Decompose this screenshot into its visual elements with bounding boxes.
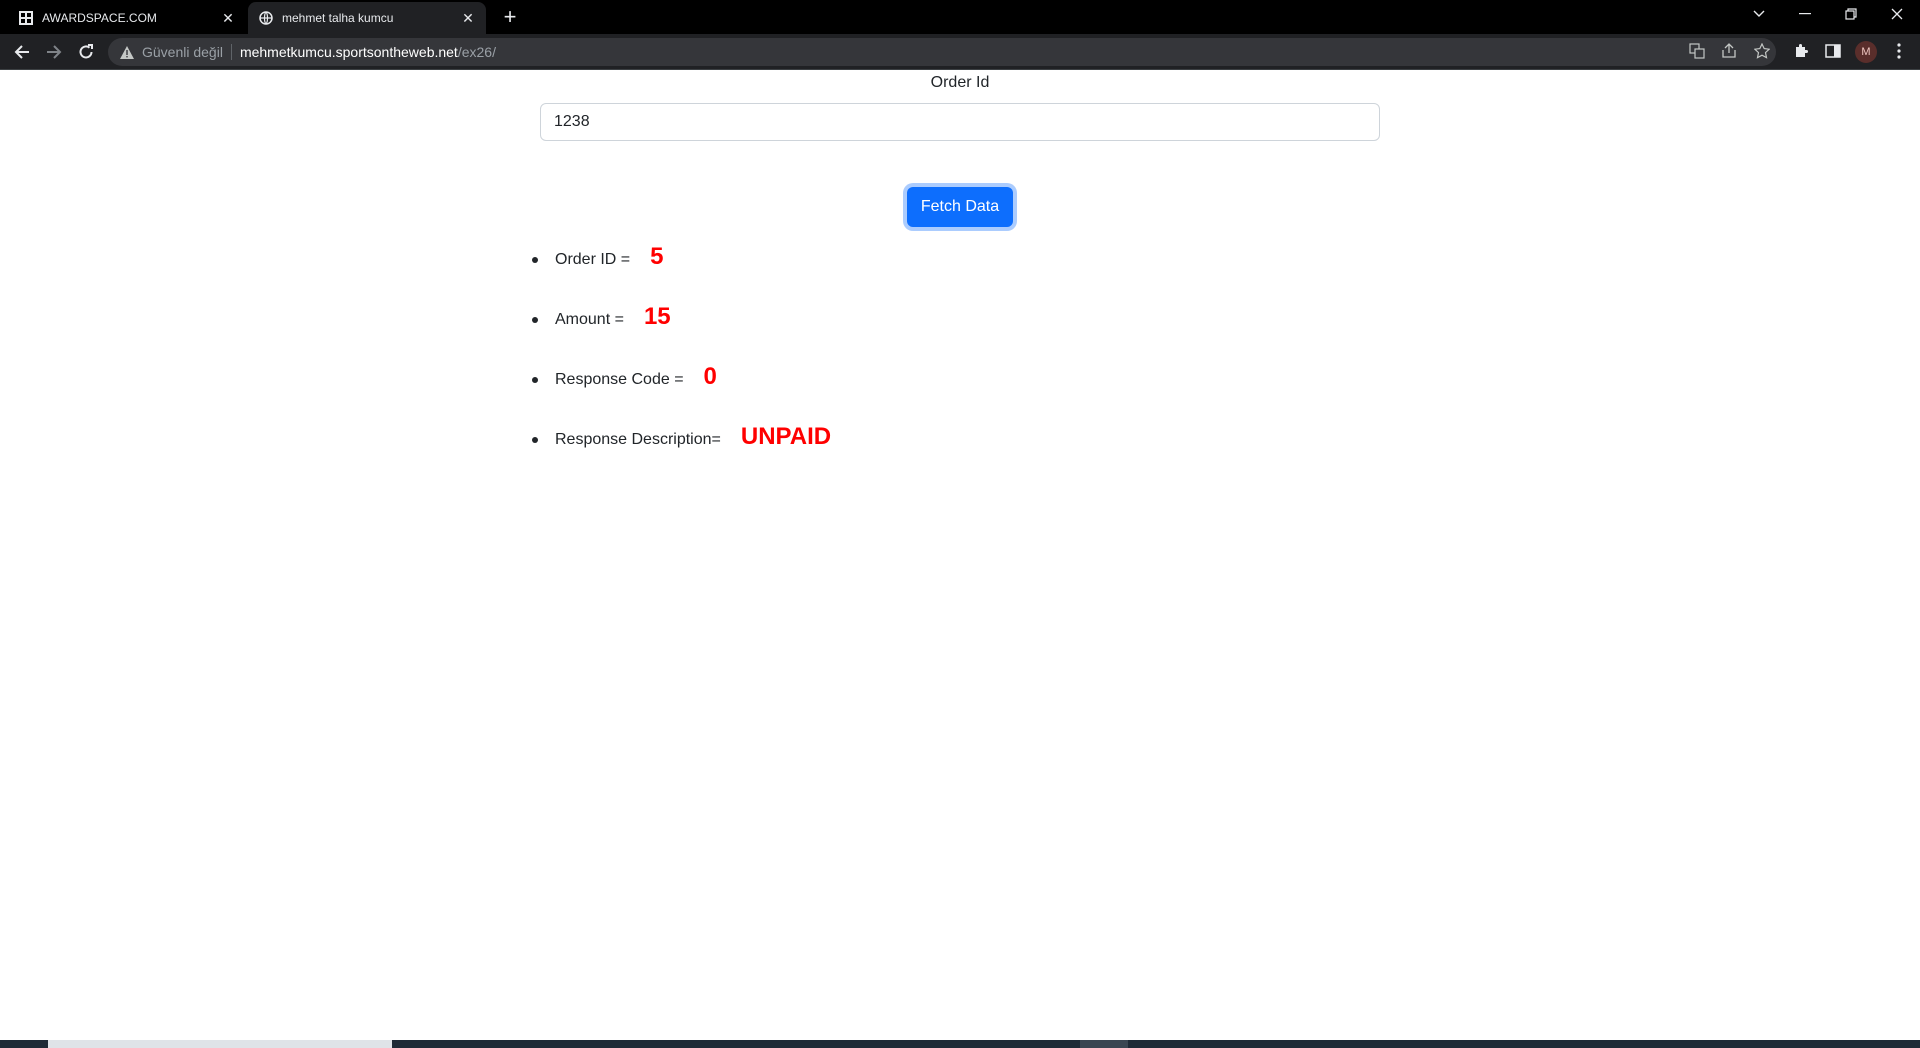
result-value: UNPAID	[740, 423, 832, 450]
side-panel-icon[interactable]	[1822, 40, 1844, 62]
site-grid-icon	[18, 10, 34, 26]
restore-button[interactable]	[1828, 0, 1874, 28]
url-path: /ex26/	[457, 44, 496, 60]
bookmark-star-icon[interactable]	[1751, 40, 1773, 62]
order-id-input[interactable]	[540, 103, 1380, 141]
more-menu-icon[interactable]	[1888, 40, 1910, 62]
order-id-label: Order Id	[930, 74, 990, 91]
close-window-button[interactable]	[1874, 0, 1920, 28]
minimize-button[interactable]	[1782, 0, 1828, 28]
globe-icon	[258, 10, 274, 26]
results-list: Order ID = 5 Amount = 15 Response Code =…	[530, 230, 831, 470]
reload-button[interactable]	[74, 40, 98, 64]
tab-title: AWARDSPACE.COM	[42, 11, 157, 25]
tab-title: mehmet talha kumcu	[282, 11, 394, 25]
browser-toolbar: Güvenli değil mehmetkumcu.sportsontheweb…	[0, 34, 1920, 70]
tab-strip: AWARDSPACE.COM ✕ mehmet talha kumcu ✕ +	[0, 0, 1920, 34]
bullet	[532, 317, 538, 323]
security-status: Güvenli değil	[142, 44, 223, 60]
new-tab-button[interactable]: +	[498, 6, 522, 30]
close-icon[interactable]: ✕	[220, 10, 236, 26]
bullet	[532, 257, 538, 263]
bullet	[532, 377, 538, 383]
forward-button[interactable]	[42, 40, 66, 64]
share-icon[interactable]	[1718, 40, 1740, 62]
taskbar-search-box[interactable]	[48, 1040, 392, 1048]
result-label: Order ID =	[555, 251, 631, 268]
bullet	[532, 437, 538, 443]
chevron-down-icon[interactable]	[1736, 0, 1782, 28]
tab-mehmet[interactable]: mehmet talha kumcu ✕	[248, 2, 486, 34]
warning-icon[interactable]	[118, 43, 136, 61]
divider	[230, 44, 232, 60]
close-icon[interactable]: ✕	[460, 10, 476, 26]
result-response-description: Response Description= UNPAID	[530, 410, 831, 470]
back-button[interactable]	[10, 40, 34, 64]
tab-awardspace[interactable]: AWARDSPACE.COM ✕	[8, 2, 246, 34]
result-label: Response Description=	[555, 431, 721, 448]
taskbar-app[interactable]	[1080, 1040, 1128, 1048]
result-value: 5	[650, 243, 664, 270]
translate-icon[interactable]	[1686, 40, 1708, 62]
result-amount: Amount = 15	[530, 290, 831, 350]
fetch-data-button[interactable]: Fetch Data	[907, 187, 1013, 227]
page-content: Order Id Fetch Data Order ID = 5 Amount …	[0, 70, 1920, 1040]
address-bar[interactable]: Güvenli değil mehmetkumcu.sportsontheweb…	[108, 38, 1776, 66]
extensions-puzzle-icon[interactable]	[1790, 40, 1812, 62]
url-host: mehmetkumcu.sportsontheweb.net	[239, 44, 458, 60]
result-label: Response Code =	[555, 371, 684, 388]
result-value: 0	[703, 363, 717, 390]
avatar[interactable]: M	[1855, 41, 1877, 63]
result-value: 15	[643, 303, 671, 330]
result-label: Amount =	[555, 311, 624, 328]
os-taskbar	[0, 1040, 1920, 1048]
result-response-code: Response Code = 0	[530, 350, 831, 410]
result-order-id: Order ID = 5	[530, 230, 831, 290]
